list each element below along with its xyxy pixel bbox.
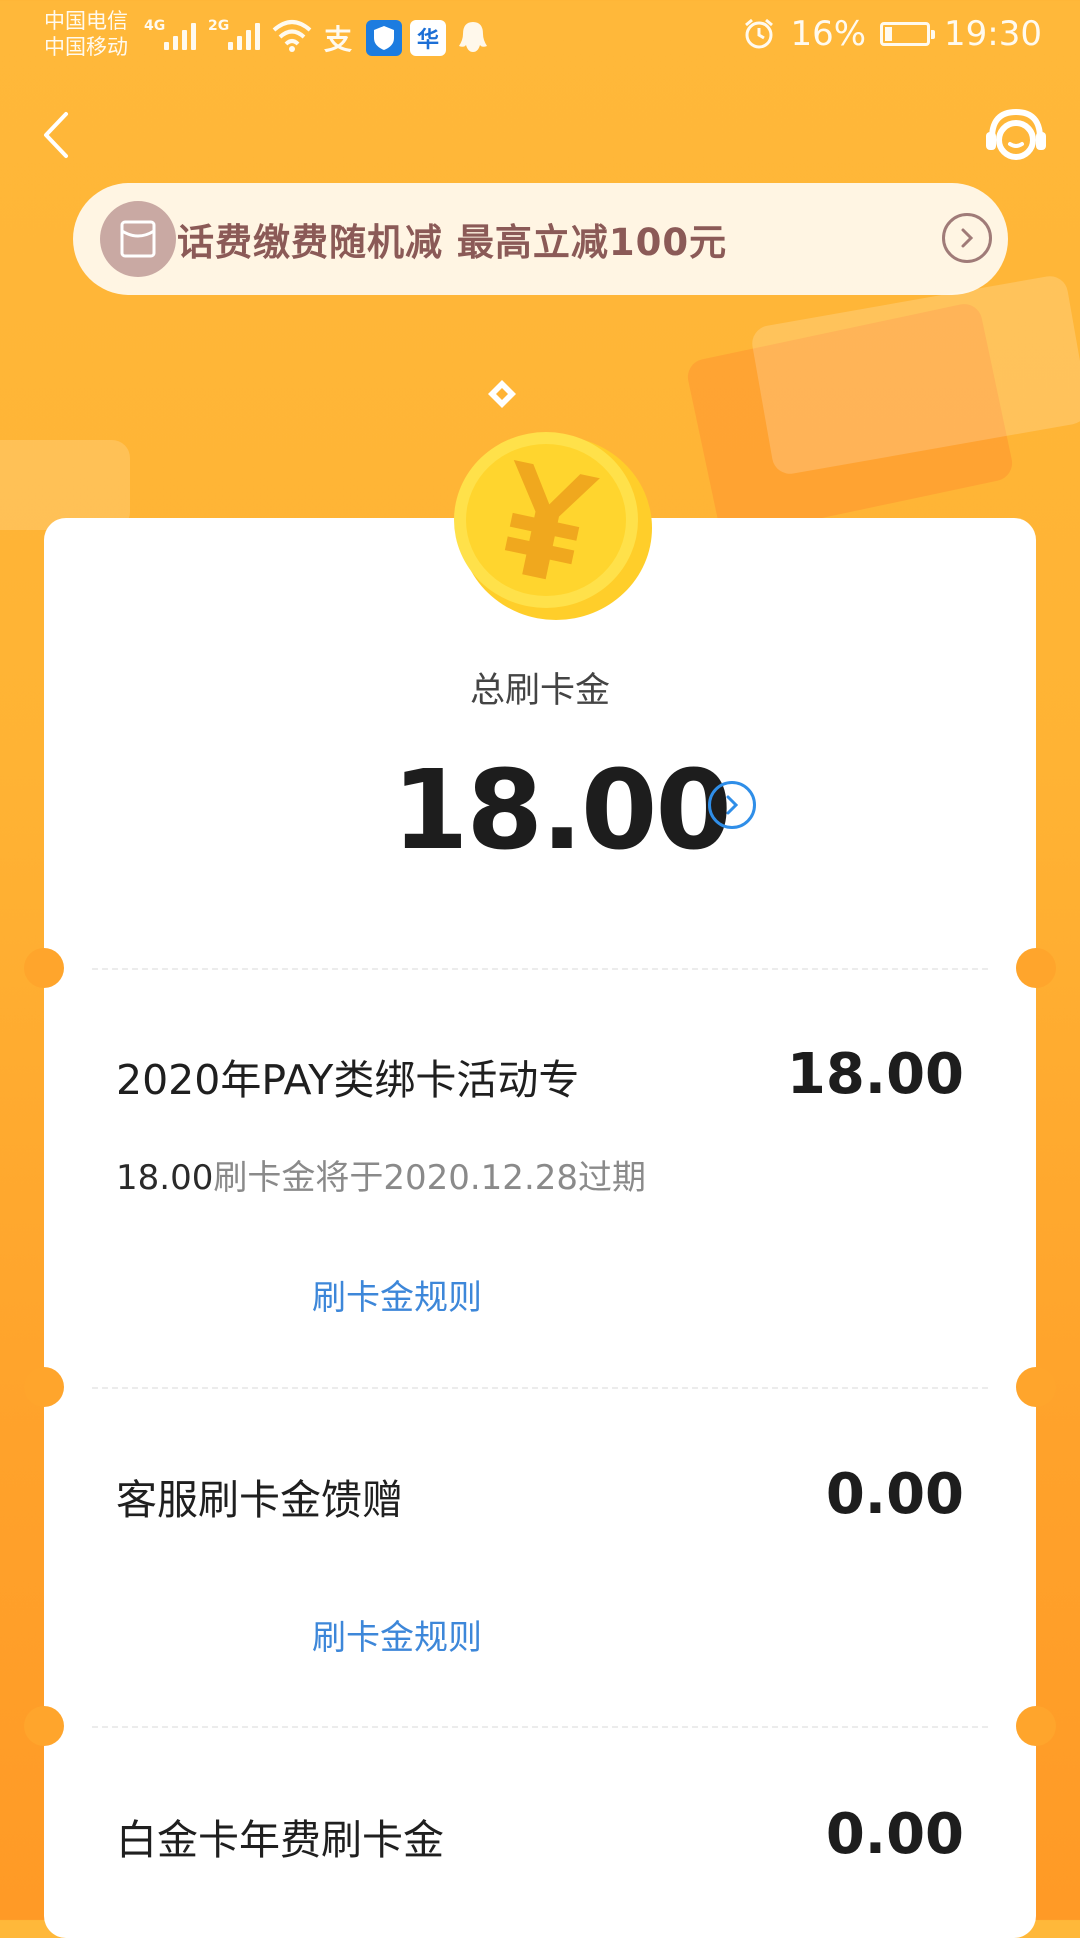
expiry-text: 刷卡金将于2020.12.28过期 (213, 1158, 647, 1198)
sparkle-icon (488, 380, 516, 408)
banner-text: 话费缴费随机减 最高立减100元 (177, 221, 728, 264)
ticket-notch (1016, 1706, 1056, 1746)
carrier-1: 中国电信 (44, 9, 128, 33)
divider (92, 1726, 988, 1728)
total-label: 总刷卡金 (469, 671, 610, 711)
divider (92, 1387, 988, 1389)
gift-decoration-right-light (749, 273, 1080, 477)
alipay-icon: 支 (323, 23, 352, 56)
battery-icon (880, 22, 936, 46)
balance-card (44, 518, 1036, 1938)
customer-service-button[interactable] (980, 100, 1052, 172)
back-button[interactable] (30, 100, 90, 170)
expiry-amount: 18.00 (116, 1158, 214, 1198)
status-bar: 中国电信 中国移动 4G 2G 支 华 16% 19:30 (0, 0, 1080, 76)
ticket-notch (24, 1367, 64, 1407)
rule-link[interactable]: 刷卡金规则 (312, 1610, 482, 1659)
total-amount: 18.00 (392, 746, 732, 874)
network-type-1: 4G (144, 18, 166, 34)
qq-icon (459, 22, 487, 52)
item-title: 客服刷卡金馈赠 (116, 1476, 403, 1524)
signal-icon-2 (228, 20, 260, 50)
coin-icon (454, 432, 652, 620)
red-envelope-icon (100, 201, 176, 277)
item-title: 2020年PAY类绑卡活动专 (116, 1056, 580, 1104)
network-type-2: 2G (208, 18, 230, 34)
carrier-labels: 中国电信 中国移动 (44, 8, 128, 60)
divider (92, 968, 988, 970)
item-amount: 0.00 (825, 1462, 964, 1527)
gift-decoration-left (0, 440, 130, 530)
item-amount: 18.00 (786, 1042, 964, 1107)
item-title: 白金卡年费刷卡金 (116, 1816, 444, 1864)
expiry-note: 18.00刷卡金将于2020.12.28过期 (116, 1150, 646, 1199)
promo-banner[interactable]: 话费缴费随机减 最高立减100元 (73, 183, 1008, 295)
battery-percent: 16% (790, 14, 867, 54)
clock: 19:30 (944, 14, 1042, 54)
battery-level (885, 27, 893, 41)
wifi-icon (272, 20, 312, 52)
customer-service-icon (986, 108, 1046, 160)
item-amount: 0.00 (825, 1802, 964, 1867)
rule-link[interactable]: 刷卡金规则 (312, 1270, 482, 1319)
alarm-icon (745, 18, 774, 49)
chevron-right-icon (961, 228, 974, 248)
signal-icon (164, 20, 196, 50)
carrier-2: 中国移动 (44, 35, 128, 59)
chevron-right-icon (726, 795, 739, 815)
status-right: 16% 19:30 (742, 14, 1042, 54)
ticket-notch (1016, 948, 1056, 988)
banner-arrow-button[interactable] (942, 213, 992, 263)
total-detail-button[interactable] (708, 781, 756, 829)
ticket-notch (24, 1706, 64, 1746)
ticket-notch (24, 948, 64, 988)
shop-app-icon: 华 (410, 20, 446, 56)
chevron-left-icon (44, 112, 68, 158)
shield-app-icon (366, 20, 402, 56)
ticket-notch (1016, 1367, 1056, 1407)
